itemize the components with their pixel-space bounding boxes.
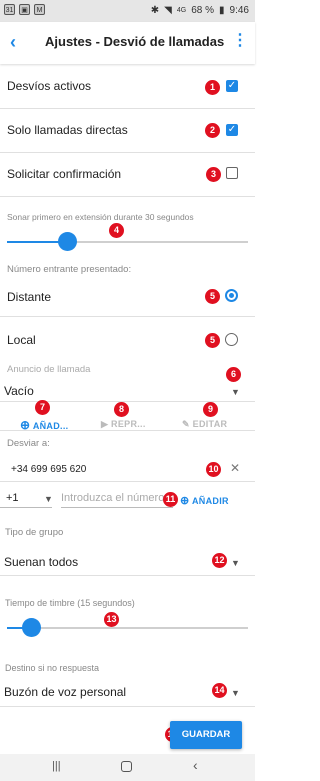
chevron-down-icon[interactable]: ▼ xyxy=(231,688,240,698)
option-local-label: Local xyxy=(7,333,36,347)
divider xyxy=(0,507,52,508)
annotation-badge: 13 xyxy=(104,612,119,627)
ring-time-slider-track[interactable] xyxy=(7,627,248,629)
annotation-badge: 5 xyxy=(205,289,220,304)
divider xyxy=(0,575,255,576)
ring-first-label: Sonar primero en extensión durante 30 se… xyxy=(7,212,194,222)
annotation-badge: 6 xyxy=(226,367,241,382)
remove-number-icon[interactable]: ✕ xyxy=(230,461,240,475)
chevron-down-icon[interactable]: ▼ xyxy=(44,494,53,504)
announcement-label: Anuncio de llamada xyxy=(7,364,91,375)
announcement-select[interactable]: Vacío xyxy=(4,384,34,398)
clock: 9:46 xyxy=(229,5,249,16)
annotation-badge: 7 xyxy=(35,400,50,415)
bluetooth-icon: ✱ xyxy=(150,5,160,16)
option-local-radio[interactable] xyxy=(225,333,238,346)
direct-calls-label: Solo llamadas directas xyxy=(7,123,128,137)
divider xyxy=(0,430,255,431)
page-title: Ajustes - Desvió de llamadas xyxy=(45,34,225,49)
country-code-select[interactable]: +1 xyxy=(6,492,19,504)
chevron-down-icon[interactable]: ▼ xyxy=(231,387,240,397)
divider xyxy=(61,507,173,508)
edit-announcement-button[interactable]: ✎ EDITAR xyxy=(182,419,227,430)
annotation-badge: 9 xyxy=(203,402,218,417)
edit-icon: ✎ xyxy=(182,419,190,429)
battery-icon: ▮ xyxy=(219,5,225,16)
group-type-label: Tipo de grupo xyxy=(5,527,64,538)
group-type-select[interactable]: Suenan todos xyxy=(4,555,78,569)
recents-icon[interactable]: ||| xyxy=(52,760,61,772)
save-button[interactable]: GUARDAR xyxy=(170,721,242,749)
annotation-badge: 2 xyxy=(205,123,220,138)
back-arrow-icon[interactable]: ‹ xyxy=(10,32,16,53)
divider xyxy=(0,481,255,482)
signal-label: 4G xyxy=(176,7,187,14)
divider xyxy=(0,152,255,153)
status-bar: 31 ▣ M ✱ ◥ 4G 68 % ▮ 9:46 xyxy=(0,0,255,22)
ring-first-slider-thumb[interactable] xyxy=(57,232,77,251)
calendar-icon: 31 xyxy=(4,4,15,15)
annotation-badge: 11 xyxy=(163,492,178,507)
chevron-down-icon[interactable]: ▼ xyxy=(231,558,240,568)
annotation-badge: 8 xyxy=(114,402,129,417)
incoming-number-label: Número entrante presentado: xyxy=(7,264,132,275)
request-confirmation-label: Solicitar confirmación xyxy=(7,167,122,181)
direct-calls-checkbox[interactable]: ✓ xyxy=(226,124,238,136)
app-bar: ‹ Ajustes - Desvió de llamadas ⋮ xyxy=(0,22,255,64)
annotation-badge: 12 xyxy=(212,553,227,568)
option-distant-radio[interactable] xyxy=(225,289,238,302)
request-confirmation-checkbox[interactable] xyxy=(226,167,238,179)
no-answer-select[interactable]: Buzón de voz personal xyxy=(4,685,126,699)
divider xyxy=(0,316,255,317)
phone-number-input[interactable]: Introduzca el número xyxy=(61,492,171,504)
forward-to-label: Desviar a: xyxy=(7,438,50,449)
forward-number: +34 699 695 620 xyxy=(11,464,87,475)
divider xyxy=(0,108,255,109)
image-icon: ▣ xyxy=(19,4,30,15)
annotation-badge: 4 xyxy=(109,223,124,238)
divider xyxy=(0,196,255,197)
battery-text: 68 % xyxy=(191,5,215,16)
ring-time-slider-thumb[interactable] xyxy=(21,618,41,637)
ring-time-label: Tiempo de timbre (15 segundos) xyxy=(5,598,135,608)
annotation-badge: 3 xyxy=(206,167,221,182)
add-number-button[interactable]: ⊕ AÑADIR xyxy=(180,494,229,507)
system-nav-bar: ||| ‹ xyxy=(0,754,255,781)
no-answer-label: Destino si no respuesta xyxy=(5,663,100,673)
divider xyxy=(0,706,255,707)
add-icon: ⊕ xyxy=(180,495,190,507)
mail-icon: M xyxy=(34,4,45,15)
overflow-menu-icon[interactable]: ⋮ xyxy=(232,30,248,50)
active-forwards-label: Desvíos activos xyxy=(7,79,92,93)
play-announcement-button[interactable]: ▶ REPR... xyxy=(101,419,146,430)
home-icon[interactable] xyxy=(121,761,132,772)
back-nav-icon[interactable]: ‹ xyxy=(193,757,198,773)
wifi-icon: ◥ xyxy=(164,5,172,16)
annotation-badge: 10 xyxy=(206,462,221,477)
option-distant-label: Distante xyxy=(7,290,52,304)
active-forwards-checkbox[interactable]: ✓ xyxy=(226,80,238,92)
annotation-badge: 1 xyxy=(205,80,220,95)
annotation-badge: 5 xyxy=(205,333,220,348)
annotation-badge: 14 xyxy=(212,683,227,698)
play-icon: ▶ xyxy=(101,419,109,429)
